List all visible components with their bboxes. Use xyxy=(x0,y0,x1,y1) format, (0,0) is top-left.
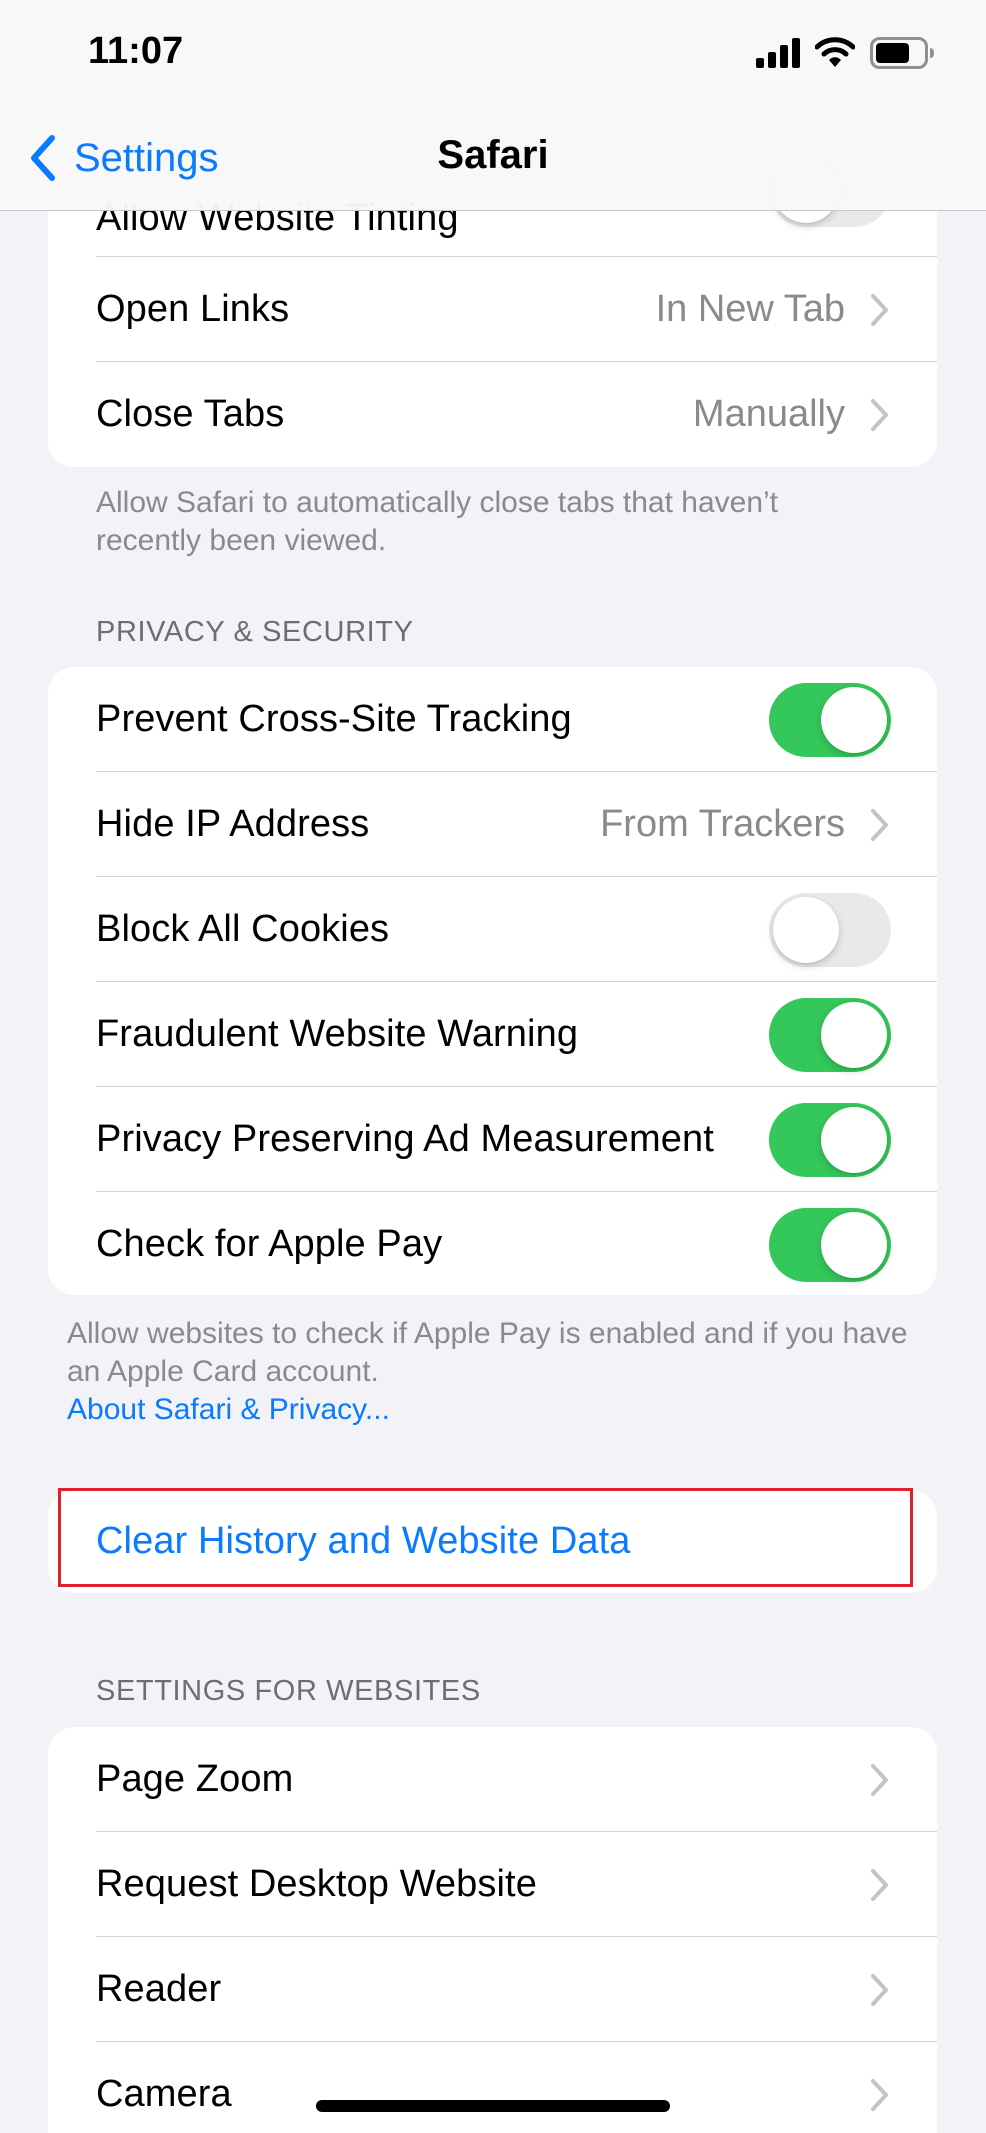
chevron-right-icon xyxy=(871,2078,888,2111)
reader-row[interactable]: Reader xyxy=(48,1937,937,2042)
request-desktop-website-label: Request Desktop Website xyxy=(96,1863,537,1905)
fraudulent-website-warning-label: Fraudulent Website Warning xyxy=(96,1013,579,1055)
open-links-label: Open Links xyxy=(96,288,290,330)
website-settings-group: Page Zoom Request Desktop Website Reader… xyxy=(48,1727,937,2133)
block-all-cookies-label: Block All Cookies xyxy=(96,908,390,950)
chevron-right-icon xyxy=(871,293,888,326)
hide-ip-address-row[interactable]: Hide IP Address From Trackers xyxy=(48,772,937,877)
reader-label: Reader xyxy=(96,1968,222,2010)
request-desktop-website-row[interactable]: Request Desktop Website xyxy=(48,1832,937,1937)
privacy-preserving-ad-measurement-label: Privacy Preserving Ad Measurement xyxy=(96,1118,714,1160)
chevron-right-icon xyxy=(871,1868,888,1901)
close-tabs-row[interactable]: Close Tabs Manually xyxy=(48,362,937,467)
check-for-apple-pay-toggle[interactable] xyxy=(769,1207,891,1282)
chevron-right-icon xyxy=(871,808,888,841)
camera-row[interactable]: Camera xyxy=(48,2042,937,2133)
chevron-right-icon xyxy=(871,1973,888,2006)
chevron-right-icon xyxy=(871,1763,888,1796)
wifi-icon xyxy=(815,37,855,67)
prevent-cross-site-tracking-toggle[interactable] xyxy=(769,682,891,757)
websites-section-header: SETTINGS FOR WEBSITES xyxy=(96,1675,481,1707)
block-all-cookies-row[interactable]: Block All Cookies xyxy=(48,877,937,982)
chevron-right-icon xyxy=(871,398,888,431)
toggle-knob xyxy=(821,1001,887,1068)
status-time: 11:07 xyxy=(88,30,184,72)
fraudulent-website-warning-toggle[interactable] xyxy=(769,997,891,1072)
check-for-apple-pay-row[interactable]: Check for Apple Pay xyxy=(48,1192,937,1295)
close-tabs-value: Manually xyxy=(692,393,845,435)
cellular-signal-icon xyxy=(756,38,800,68)
prevent-cross-site-tracking-label: Prevent Cross-Site Tracking xyxy=(96,698,572,740)
privacy-security-group: Prevent Cross-Site Tracking Hide IP Addr… xyxy=(48,667,937,1295)
block-all-cookies-toggle[interactable] xyxy=(769,892,891,967)
toggle-knob xyxy=(773,896,839,963)
toggle-knob xyxy=(821,686,887,753)
toggle-knob xyxy=(821,1211,887,1278)
hide-ip-address-value: From Trackers xyxy=(600,803,845,845)
close-tabs-footer: Allow Safari to automatically close tabs… xyxy=(96,486,779,557)
apple-pay-footer-text: Allow websites to check if Apple Pay is … xyxy=(67,1317,908,1388)
about-safari-privacy-link[interactable]: About Safari & Privacy... xyxy=(67,1393,390,1426)
page-zoom-label: Page Zoom xyxy=(96,1758,294,1800)
page-title: Safari xyxy=(437,133,549,177)
hide-ip-address-label: Hide IP Address xyxy=(96,803,370,845)
open-links-value: In New Tab xyxy=(655,288,845,330)
check-for-apple-pay-label: Check for Apple Pay xyxy=(96,1223,443,1265)
home-indicator[interactable] xyxy=(316,2100,670,2112)
privacy-preserving-ad-measurement-toggle[interactable] xyxy=(769,1102,891,1177)
battery-icon xyxy=(870,37,934,69)
page-zoom-row[interactable]: Page Zoom xyxy=(48,1727,937,1832)
close-tabs-label: Close Tabs xyxy=(96,393,285,435)
privacy-preserving-ad-measurement-row[interactable]: Privacy Preserving Ad Measurement xyxy=(48,1087,937,1192)
highlight-annotation-box xyxy=(58,1488,913,1587)
toggle-knob xyxy=(821,1106,887,1173)
open-links-row[interactable]: Open Links In New Tab xyxy=(48,257,937,362)
navigation-bar: 11:07 Settings Safari xyxy=(0,0,986,211)
safari-settings-screen: Allow Website Tinting Open Links In New … xyxy=(0,0,986,2133)
fraudulent-website-warning-row[interactable]: Fraudulent Website Warning xyxy=(48,982,937,1087)
camera-label: Camera xyxy=(96,2073,232,2115)
privacy-section-header: PRIVACY & SECURITY xyxy=(96,616,414,648)
apple-pay-footer: Allow websites to check if Apple Pay is … xyxy=(67,1315,917,1429)
prevent-cross-site-tracking-row[interactable]: Prevent Cross-Site Tracking xyxy=(48,667,937,772)
